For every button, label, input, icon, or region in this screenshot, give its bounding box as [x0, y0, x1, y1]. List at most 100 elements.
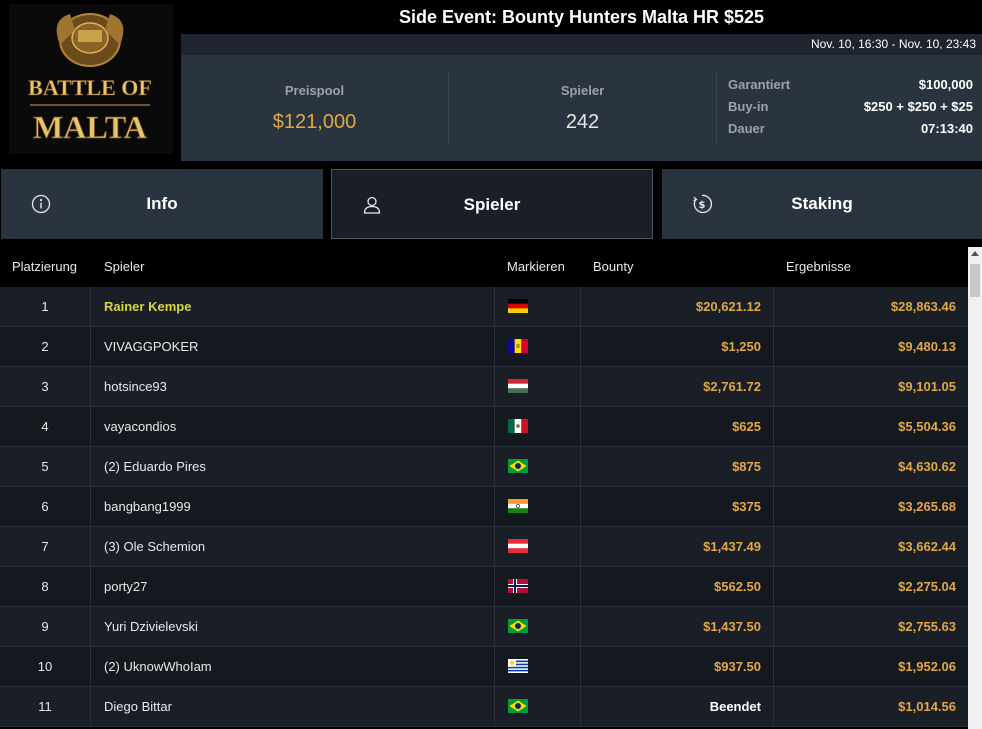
column-header-flag[interactable]: Markieren — [507, 247, 565, 287]
scrollbar-thumb[interactable] — [970, 264, 980, 297]
result-cell: $2,755.63 — [898, 619, 956, 634]
player-name[interactable]: (3) Ole Schemion — [104, 527, 494, 566]
tab-staking[interactable]: $ Staking — [662, 169, 982, 239]
uruguay-flag-icon — [508, 659, 528, 673]
germany-flag-icon — [508, 299, 528, 313]
bounty-cell: $1,250 — [581, 327, 774, 366]
flag-cell — [494, 607, 581, 646]
rank-cell: 10 — [0, 647, 91, 686]
detail-value: $250 + $250 + $25 — [863, 99, 973, 114]
andorra-flag-icon — [508, 339, 528, 353]
event-dates: Nov. 10, 16:30 - Nov. 10, 23:43 — [181, 34, 982, 55]
result-cell: $4,630.62 — [898, 459, 956, 474]
column-header-result[interactable]: Ergebnisse — [786, 247, 851, 287]
detail-duration: Dauer 07:13:40 — [728, 121, 973, 143]
result-cell: $28,863.46 — [890, 299, 956, 314]
table-row[interactable]: 11 Diego Bittar Beendet $1,014.56 — [0, 687, 968, 727]
tab-players-label: Spieler — [463, 195, 521, 214]
players-table-header: Platzierung Spieler Markieren Bounty Erg… — [0, 247, 968, 287]
bounty-cell: $562.50 — [581, 567, 774, 606]
player-name[interactable]: (2) UknowWhoIam — [104, 647, 494, 686]
brazil-flag-icon — [508, 459, 528, 473]
result-cell: $5,504.36 — [898, 419, 956, 434]
column-header-bounty[interactable]: Bounty — [593, 247, 633, 287]
result-cell: $2,275.04 — [898, 579, 956, 594]
hungary-flag-icon — [508, 379, 528, 393]
players-stat: Spieler 242 — [449, 55, 716, 161]
flag-cell — [494, 647, 581, 686]
table-row[interactable]: 7 (3) Ole Schemion $1,437.49 $3,662.44 — [0, 527, 968, 567]
event-details: Garantiert $100,000 Buy-in $250 + $250 +… — [728, 77, 973, 143]
scroll-up-arrow-icon[interactable] — [968, 247, 982, 261]
bounty-cell: $375 — [581, 487, 774, 526]
detail-key: Dauer — [728, 121, 765, 136]
table-row[interactable]: 10 (2) UknowWhoIam $937.50 $1,952.06 — [0, 647, 968, 687]
result-cell: $1,952.06 — [898, 659, 956, 674]
bounty-cell: $2,761.72 — [581, 367, 774, 406]
rank-cell: 9 — [0, 607, 91, 646]
table-row[interactable]: 8 porty27 $562.50 $2,275.04 — [0, 567, 968, 607]
player-name[interactable]: hotsince93 — [104, 367, 494, 406]
bounty-cell: Beendet — [581, 687, 774, 726]
tab-info[interactable]: Info — [1, 169, 323, 239]
result-cell: $3,662.44 — [898, 539, 956, 554]
tab-staking-label: Staking — [791, 194, 853, 213]
detail-key: Garantiert — [728, 77, 791, 92]
player-name[interactable]: bangbang1999 — [104, 487, 494, 526]
flag-cell — [494, 367, 581, 406]
norway-flag-icon — [508, 579, 528, 593]
table-row[interactable]: 3 hotsince93 $2,761.72 $9,101.05 — [0, 367, 968, 407]
vertical-scrollbar[interactable] — [968, 247, 982, 729]
detail-guaranteed: Garantiert $100,000 — [728, 77, 973, 99]
flag-cell — [494, 287, 581, 326]
result-cell: $9,480.13 — [898, 339, 956, 354]
stats-divider — [716, 71, 717, 145]
table-row[interactable]: 9 Yuri Dzivielevski $1,437.50 $2,755.63 — [0, 607, 968, 647]
table-row[interactable]: 1 Rainer Kempe $20,621.12 $28,863.46 — [0, 287, 968, 327]
prize-pool-stat: Preispool $121,000 — [181, 55, 448, 161]
player-name[interactable]: porty27 — [104, 567, 494, 606]
result-cell: $1,014.56 — [898, 699, 956, 714]
flag-cell — [494, 327, 581, 366]
player-name[interactable]: vayacondios — [104, 407, 494, 446]
rank-cell: 1 — [0, 287, 91, 326]
column-header-rank[interactable]: Platzierung — [12, 247, 77, 287]
players-label: Spieler — [560, 83, 605, 98]
column-header-player[interactable]: Spieler — [104, 247, 144, 287]
players-count: 242 — [565, 111, 600, 133]
event-stats-panel: Preispool $121,000 Spieler 242 Garantier… — [181, 55, 982, 161]
table-row[interactable]: 5 (2) Eduardo Pires $875 $4,630.62 — [0, 447, 968, 487]
prize-pool-label: Preispool — [284, 83, 345, 98]
battle-of-malta-logo: BATTLE OF MALTA — [0, 0, 181, 161]
flag-cell — [494, 687, 581, 726]
table-row[interactable]: 4 vayacondios $625 $5,504.36 — [0, 407, 968, 447]
player-name[interactable]: (2) Eduardo Pires — [104, 447, 494, 486]
rank-cell: 6 — [0, 487, 91, 526]
player-name[interactable]: Diego Bittar — [104, 687, 494, 726]
player-name[interactable]: VIVAGGPOKER — [104, 327, 494, 366]
mexico-flag-icon — [508, 419, 528, 433]
rank-cell: 8 — [0, 567, 91, 606]
info-icon — [31, 194, 51, 214]
india-flag-icon — [508, 499, 528, 513]
flag-cell — [494, 407, 581, 446]
detail-buyin: Buy-in $250 + $250 + $25 — [728, 99, 973, 121]
player-name[interactable]: Yuri Dzivielevski — [104, 607, 494, 646]
detail-key: Buy-in — [728, 99, 769, 114]
player-name[interactable]: Rainer Kempe — [104, 287, 494, 326]
svg-text:$: $ — [699, 200, 706, 211]
rank-cell: 11 — [0, 687, 91, 726]
result-cell: $3,265.68 — [898, 499, 956, 514]
table-row[interactable]: 2 VIVAGGPOKER $1,250 $9,480.13 — [0, 327, 968, 367]
tab-players[interactable]: Spieler — [331, 169, 653, 239]
user-icon — [363, 196, 381, 214]
dollar-coin-icon: $ — [693, 194, 712, 214]
bounty-cell: $875 — [581, 447, 774, 486]
rank-cell: 3 — [0, 367, 91, 406]
rank-cell: 5 — [0, 447, 91, 486]
bounty-cell: $1,437.49 — [581, 527, 774, 566]
table-row[interactable]: 6 bangbang1999 $375 $3,265.68 — [0, 487, 968, 527]
bounty-cell: $937.50 — [581, 647, 774, 686]
brazil-flag-icon — [508, 699, 528, 713]
rank-cell: 2 — [0, 327, 91, 366]
